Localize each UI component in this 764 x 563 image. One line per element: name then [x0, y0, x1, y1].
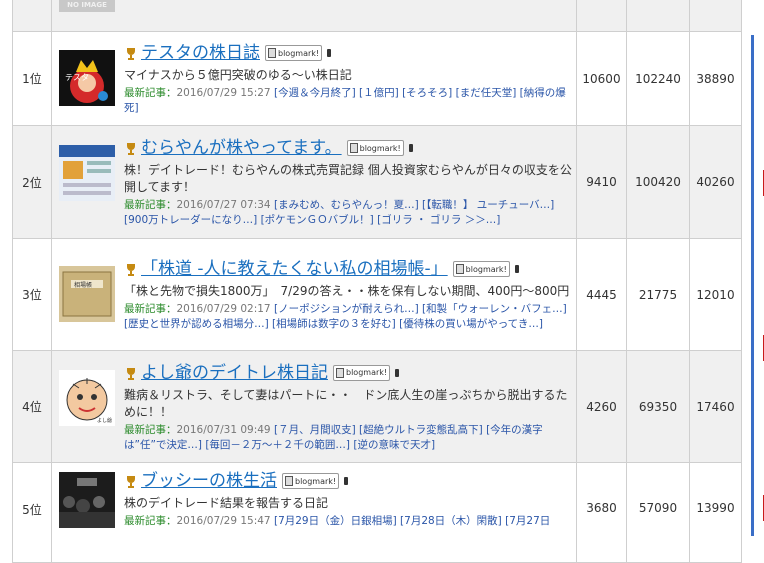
out-count: 102240	[626, 31, 690, 126]
svg-text:テスタ: テスタ	[65, 73, 89, 82]
svg-text:よし爺: よし爺	[97, 417, 112, 424]
rank-cell: 4位	[12, 350, 52, 463]
blog-description: 「株と先物で損失1800万」 7/29の答え・・株を保有しない期間、400円～8…	[124, 284, 570, 298]
rank-cell: 2位	[12, 125, 52, 239]
out-count: 69350	[626, 350, 690, 463]
pv-count: 13990	[689, 462, 742, 563]
blog-title-link[interactable]: テスタの株日誌	[141, 43, 260, 63]
pv-count: 38890	[689, 31, 742, 126]
in-count: 3680	[576, 462, 627, 563]
blog-title-link[interactable]: むらやんが株やってます。	[141, 138, 342, 158]
out-count: 57090	[626, 462, 690, 563]
out-count: 21775	[626, 238, 690, 351]
rank-cell: 3位	[12, 238, 52, 351]
trophy-icon	[124, 141, 138, 155]
article-link[interactable]: [超絶ウルトラ変態乱高下]	[359, 424, 483, 436]
in-count: 9410	[576, 125, 627, 239]
clipboard-icon	[285, 476, 293, 486]
article-link[interactable]: [相場師は数字の３を好む]	[272, 318, 396, 330]
article-link[interactable]: [7月28日（木）閑散]	[400, 515, 502, 527]
article-link[interactable]: [優待株の買い場がやってき…]	[399, 318, 543, 330]
blog-thumbnail[interactable]	[59, 472, 115, 528]
article-link[interactable]: [歴史と世界が認める相場分…]	[124, 318, 269, 330]
blog-description: 難病＆リストラ、そして妻はパートに・・ ドン底人生の崖っぷちから脱出するために！…	[124, 387, 568, 419]
in-count: 10600	[576, 31, 627, 126]
latest-articles: 最新記事：2016/07/27 07:34 [まみむめ、むらやんっ！夏…] [【…	[124, 199, 555, 226]
article-link[interactable]: [ポケモンＧＯバブル！]	[261, 214, 374, 226]
in-count: 4260	[576, 350, 627, 463]
article-link[interactable]: [まだ任天堂]	[456, 87, 517, 99]
out-count: 100420	[626, 125, 690, 239]
article-link[interactable]: [７月、月間収支]	[274, 424, 356, 436]
clipboard-icon	[336, 367, 344, 378]
blog-title-link[interactable]: 「株道 -人に教えたくない私の相場帳-」	[141, 259, 448, 279]
sidebar-frame	[751, 35, 764, 536]
blogmark-button[interactable]: blogmark!	[282, 473, 340, 489]
latest-articles: 最新記事：2016/07/29 15:27 [今週＆今月終了] [１億円] [そ…	[124, 87, 566, 114]
latest-articles: 最新記事：2016/07/29 15:47 [7月29日（金）日銀相場] [7月…	[124, 515, 551, 527]
table-row: 1位 テスタ テスタの株日誌 blogmark! マイナスから５億円突破のゆる～…	[12, 31, 742, 126]
trophy-icon	[124, 366, 138, 380]
article-link[interactable]: [ゴリラ ・ ゴリラ ＞＞…]	[377, 214, 500, 226]
rank-cell: 5位	[12, 462, 52, 563]
article-link[interactable]: [和製「ウォーレン・バフェ…]	[422, 303, 567, 315]
blog-thumbnail[interactable]: よし爺	[59, 369, 115, 426]
article-link[interactable]: [今週＆今月終了]	[274, 87, 356, 99]
pv-count: 40260	[689, 125, 742, 239]
blog-title-link[interactable]: ブッシーの株生活	[141, 471, 277, 491]
article-link[interactable]: [【転職！】 ユーチューバ…]	[422, 199, 554, 211]
article-link[interactable]: [毎回－２万～＋２千の範囲…]	[205, 439, 350, 451]
latest-articles: 最新記事：2016/07/29 02:17 [ノーポジションが耐えられ…] [和…	[124, 303, 567, 330]
blog-description: マイナスから５億円突破のゆる～い株日記	[124, 68, 352, 82]
table-row: 5位 ブッシーの株生活 blogmark! 株のデイトレード結果を報告する日記 …	[12, 462, 742, 563]
noimage-thumbnail[interactable]: NO IMAGE	[59, 0, 115, 12]
mobile-icon	[408, 144, 413, 152]
trophy-icon	[124, 474, 138, 488]
mobile-icon	[327, 49, 332, 57]
table-row: NO IMAGE	[12, 0, 742, 32]
blog-description: 株！デイトレード！むらやんの株式売買記録 個人投資家むらやんが日々の収支を公開し…	[124, 163, 572, 194]
pv-count: 17460	[689, 350, 742, 463]
table-row: 4位 よし爺 よし爺のデイトレ株日記 blogmark! 難病＆リストラ、そして…	[12, 350, 742, 463]
article-link[interactable]: [逆の意味で天才]	[353, 439, 435, 451]
mobile-icon	[514, 265, 519, 273]
latest-articles: 最新記事：2016/07/31 09:49 [７月、月間収支] [超絶ウルトラ変…	[124, 423, 543, 451]
blog-title-link[interactable]: よし爺のデイトレ株日記	[141, 363, 328, 383]
article-link[interactable]: [１億円]	[359, 87, 399, 99]
table-row: 2位 むらやんが株やってます。 blogmark! 株！デイトレード！むらやんの…	[12, 125, 742, 239]
trophy-icon	[124, 262, 138, 276]
article-link[interactable]: [900万トレーダーになり…]	[124, 214, 257, 226]
in-count: 4445	[576, 238, 627, 351]
blog-thumbnail[interactable]: 相場帳	[59, 266, 115, 322]
article-link[interactable]: [そろそろ]	[402, 87, 452, 99]
blog-thumbnail[interactable]	[59, 145, 115, 201]
article-link[interactable]: [ノーポジションが耐えられ…]	[274, 303, 419, 315]
mobile-icon	[344, 477, 349, 485]
blogmark-button[interactable]: blogmark!	[265, 45, 323, 61]
blog-description: 株のデイトレード結果を報告する日記	[124, 496, 329, 510]
rank-cell: 1位	[12, 31, 52, 126]
blogmark-button[interactable]: blogmark!	[333, 364, 391, 381]
trophy-icon	[124, 46, 138, 60]
clipboard-icon	[268, 48, 276, 58]
blogmark-button[interactable]: blogmark!	[452, 261, 510, 277]
clipboard-icon	[349, 143, 358, 153]
blogmark-button[interactable]: blogmark!	[346, 140, 404, 156]
ranking-table: NO IMAGE 1位 テスタ テスタの株日誌 blogmark! マイナスから…	[12, 0, 742, 563]
svg-text:相場帳: 相場帳	[74, 281, 92, 289]
article-link[interactable]: [7月27日	[505, 515, 550, 527]
mobile-icon	[395, 368, 400, 377]
clipboard-icon	[455, 264, 464, 274]
table-row: 3位 相場帳 「株道 -人に教えたくない私の相場帳-」 blogmark! 「株…	[12, 238, 742, 351]
article-link[interactable]: [まみむめ、むらやんっ！夏…]	[274, 199, 419, 211]
article-link[interactable]: [7月29日（金）日銀相場]	[274, 515, 397, 527]
pv-count: 12010	[689, 238, 742, 351]
blog-thumbnail[interactable]: テスタ	[59, 50, 115, 106]
